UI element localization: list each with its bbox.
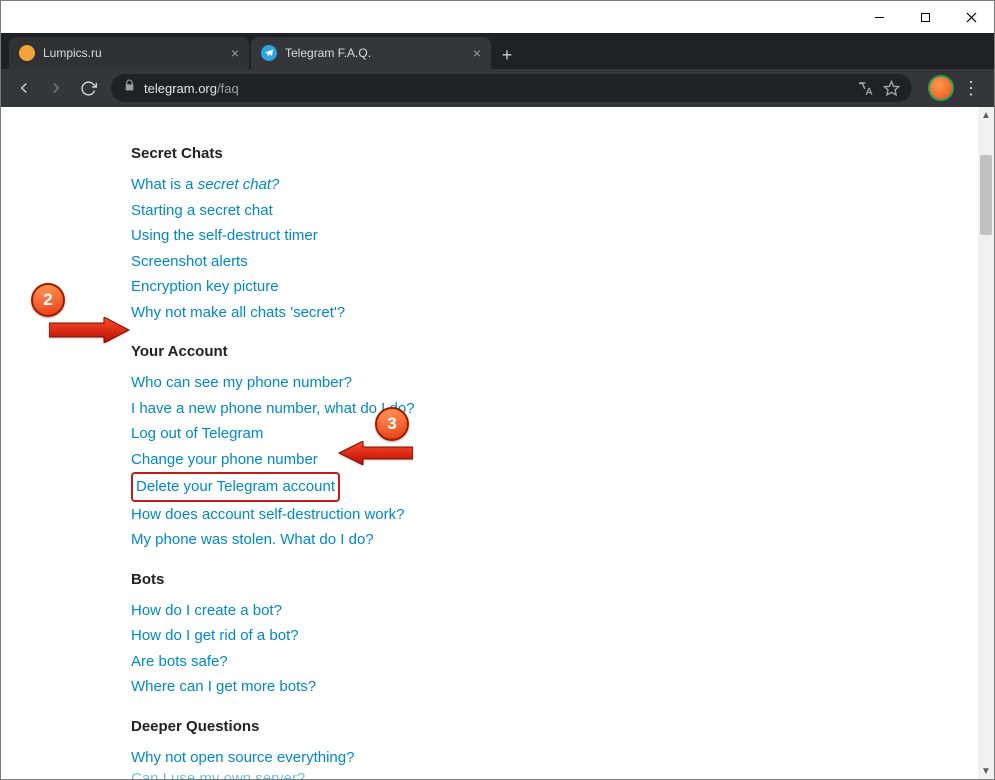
annotation-arrow-icon (49, 317, 131, 348)
tab-lumpics[interactable]: Lumpics.ru × (9, 37, 249, 69)
faq-link[interactable]: How do I get rid of a bot? (131, 623, 299, 649)
scrollbar[interactable]: ▲ ▼ (978, 107, 994, 779)
new-tab-button[interactable]: + (493, 41, 521, 69)
address-text: telegram.org/faq (144, 81, 239, 96)
star-icon[interactable] (882, 79, 900, 97)
tab-telegram-faq[interactable]: Telegram F.A.Q. × (251, 37, 491, 69)
faq-link[interactable]: Are bots safe? (131, 649, 228, 675)
faq-link-delete-account[interactable]: Delete your Telegram account (131, 472, 340, 502)
maximize-button[interactable] (902, 1, 948, 33)
faq-link[interactable]: Screenshot alerts (131, 249, 248, 275)
lock-icon (123, 79, 136, 97)
address-host: telegram.org (144, 81, 217, 96)
faq-page: Secret Chats What is a secret chat? Star… (1, 107, 994, 779)
faq-link[interactable]: Where can I get more bots? (131, 674, 316, 700)
faq-link[interactable]: I have a new phone number, what do I do? (131, 396, 415, 422)
faq-link[interactable]: My phone was stolen. What do I do? (131, 527, 374, 553)
faq-link[interactable]: What is a secret chat? (131, 172, 279, 198)
app-window: Lumpics.ru × Telegram F.A.Q. × + tel (0, 0, 995, 780)
viewport: Secret Chats What is a secret chat? Star… (1, 107, 994, 779)
annotation-arrow-icon (337, 441, 413, 470)
annotation-badge-2: 2 (31, 283, 65, 317)
faq-link[interactable]: Why not open source everything? (131, 745, 354, 771)
minimize-button[interactable] (856, 1, 902, 33)
menu-button[interactable]: ⋮ (956, 78, 986, 99)
section-heading-deeper: Deeper Questions (131, 718, 994, 735)
close-button[interactable] (948, 1, 994, 33)
favicon-icon (261, 45, 277, 61)
favicon-icon (19, 45, 35, 61)
faq-link[interactable]: Log out of Telegram (131, 421, 263, 447)
tab-strip: Lumpics.ru × Telegram F.A.Q. × + (1, 33, 994, 69)
scroll-down-icon[interactable]: ▼ (978, 763, 994, 779)
section-heading-your-account: Your Account (131, 343, 994, 360)
scroll-up-icon[interactable]: ▲ (978, 107, 994, 123)
faq-link-cutoff: Can I use my own server? (131, 770, 305, 779)
close-icon[interactable]: × (473, 45, 481, 61)
faq-link[interactable]: Encryption key picture (131, 274, 279, 300)
faq-link[interactable]: Change your phone number (131, 447, 318, 473)
reload-button[interactable] (73, 73, 103, 103)
faq-link[interactable]: Starting a secret chat (131, 198, 273, 224)
section-heading-secret-chats: Secret Chats (131, 145, 994, 162)
annotation-badge-3: 3 (375, 407, 409, 441)
profile-avatar[interactable] (928, 75, 954, 101)
forward-button[interactable] (41, 73, 71, 103)
address-bar[interactable]: telegram.org/faq (111, 74, 912, 102)
faq-link[interactable]: How does account self-destruction work? (131, 502, 404, 528)
close-icon[interactable]: × (231, 45, 239, 61)
address-path: /faq (217, 81, 239, 96)
titlebar (1, 1, 994, 33)
tab-title: Telegram F.A.Q. (285, 46, 467, 60)
toolbar: telegram.org/faq ⋮ (1, 69, 994, 107)
scroll-thumb[interactable] (980, 155, 992, 235)
section-heading-bots: Bots (131, 571, 994, 588)
translate-icon[interactable] (856, 79, 874, 97)
faq-link[interactable]: How do I create a bot? (131, 598, 282, 624)
faq-link[interactable]: Who can see my phone number? (131, 370, 352, 396)
tab-title: Lumpics.ru (43, 46, 225, 60)
faq-link[interactable]: Why not make all chats 'secret'? (131, 300, 345, 326)
back-button[interactable] (9, 73, 39, 103)
faq-link[interactable]: Using the self-destruct timer (131, 223, 318, 249)
